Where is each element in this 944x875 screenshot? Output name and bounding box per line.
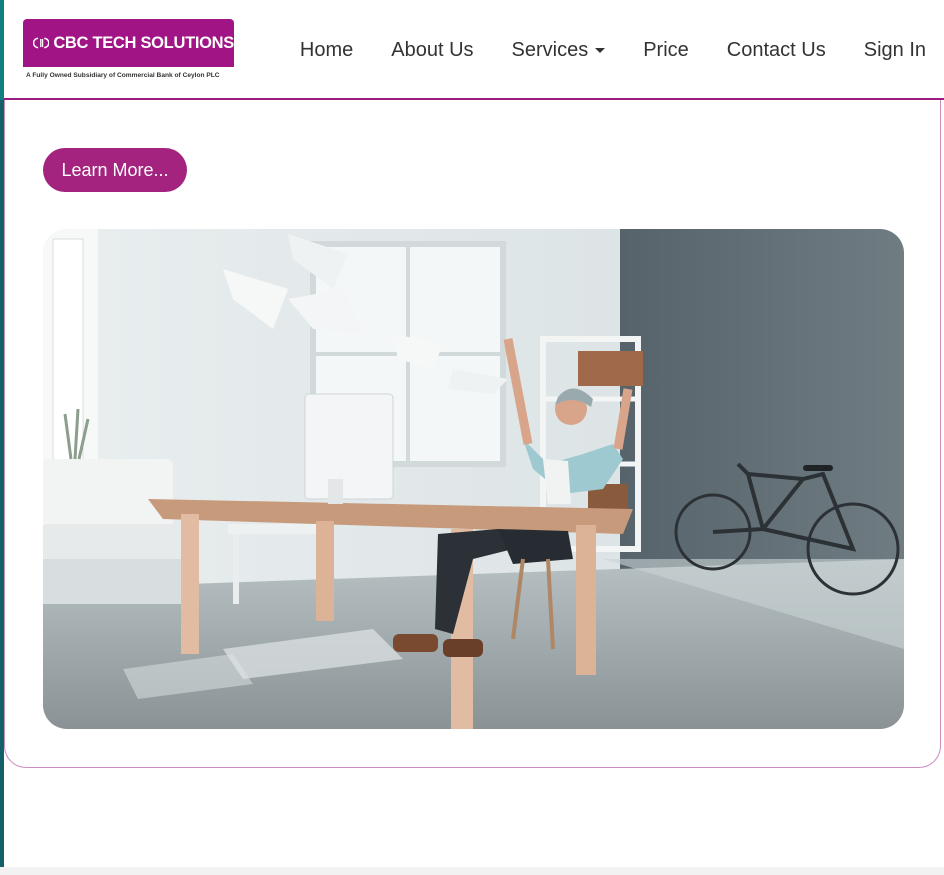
page-bottom-strip (0, 867, 944, 875)
nav-sign-in[interactable]: Sign In (864, 39, 926, 62)
main-menu: Home About Us Services Price Contact Us … (300, 0, 926, 100)
logo-badge: CBC TECH SOLUTIONS (23, 19, 234, 67)
nav-sign-in-label: Sign In (863, 38, 926, 61)
office-photo-illustration (43, 229, 904, 729)
nav-price[interactable]: Price (643, 39, 689, 62)
nav-contact-us[interactable]: Contact Us (727, 39, 826, 62)
nav-about-us[interactable]: About Us (391, 39, 473, 62)
nav-services-label: Services (511, 38, 589, 61)
nav-price-label: Price (643, 38, 689, 61)
brand-logo[interactable]: CBC TECH SOLUTIONS A Fully Owned Subsidi… (23, 19, 235, 83)
nav-about-us-label: About Us (391, 38, 474, 61)
nav-contact-us-label: Contact Us (726, 38, 826, 61)
hero-image (43, 229, 904, 729)
learn-more-button[interactable]: Learn More... (43, 148, 187, 192)
top-navbar: CBC TECH SOLUTIONS A Fully Owned Subsidi… (4, 0, 944, 100)
nav-home-label: Home (299, 38, 354, 61)
nav-home[interactable]: Home (300, 39, 353, 62)
cbc-logo-icon (33, 37, 50, 49)
nav-services[interactable]: Services (512, 39, 606, 62)
brand-name: CBC TECH SOLUTIONS (53, 33, 234, 52)
brand-tagline: A Fully Owned Subsidiary of Commercial B… (26, 72, 220, 79)
hero-card: Learn More... (4, 100, 941, 768)
chevron-down-icon (595, 47, 606, 53)
